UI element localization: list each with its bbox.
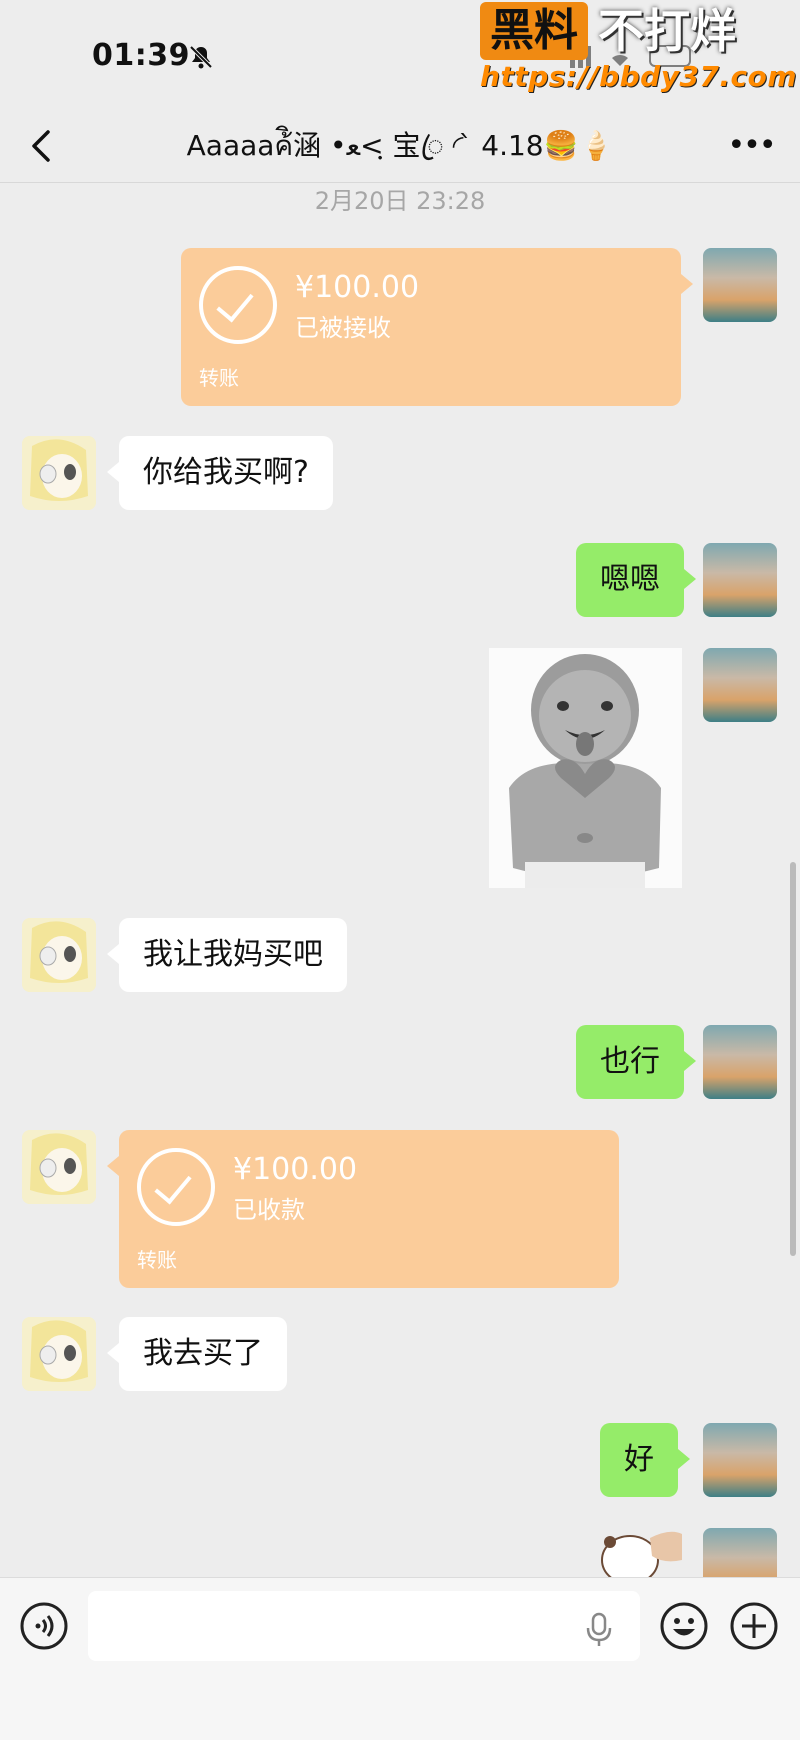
watermark-text: 不打烊 bbox=[598, 4, 736, 58]
watermark-badge: 黑料 bbox=[480, 2, 588, 60]
message-input[interactable] bbox=[88, 1591, 640, 1661]
bell-slash-icon bbox=[189, 45, 213, 69]
contact-avatar[interactable] bbox=[22, 436, 96, 510]
transfer-label: 转账 bbox=[137, 1248, 177, 1272]
anime-girl-avatar-icon bbox=[22, 918, 96, 992]
watermark: 黑料 不打烊 https://bbdy37.com bbox=[480, 2, 797, 94]
status-time: 01:39 bbox=[92, 38, 190, 73]
my-avatar[interactable] bbox=[703, 1423, 777, 1497]
my-avatar[interactable] bbox=[703, 1025, 777, 1099]
message-bubble-outgoing[interactable]: 也行 bbox=[576, 1025, 696, 1099]
contact-avatar[interactable] bbox=[22, 1317, 96, 1391]
baby-heart-sticker-icon bbox=[489, 648, 682, 888]
baby-sticker[interactable] bbox=[489, 648, 682, 888]
chat-title: Aaaaaค้ิ涵 •ﻌ<ฺ 宝ꦿ ◜ ̀ 4.18🍔🍦 bbox=[186, 129, 614, 162]
cartoon-sticker[interactable] bbox=[600, 1520, 682, 1577]
emoji-icon[interactable] bbox=[660, 1602, 708, 1650]
check-circle-icon bbox=[199, 266, 277, 344]
my-avatar[interactable] bbox=[703, 543, 777, 617]
scrollbar[interactable] bbox=[790, 862, 796, 1256]
input-bar bbox=[0, 1577, 800, 1740]
message-bubble-incoming[interactable]: 我让我妈买吧 bbox=[107, 918, 347, 992]
anime-girl-avatar-icon bbox=[22, 436, 96, 510]
my-avatar[interactable] bbox=[703, 648, 777, 722]
transfer-label: 转账 bbox=[199, 366, 239, 390]
transfer-amount: ¥100.00 bbox=[295, 270, 420, 305]
watermark-url: https://bbdy37.com bbox=[480, 60, 798, 93]
my-avatar[interactable] bbox=[703, 248, 777, 322]
transfer-amount: ¥100.00 bbox=[233, 1152, 358, 1187]
anime-girl-avatar-icon bbox=[22, 1130, 96, 1204]
microphone-icon[interactable] bbox=[584, 1612, 614, 1648]
contact-avatar[interactable] bbox=[22, 918, 96, 992]
status-bar: 01:39 黑料 不打烊 https://bbdy37.com bbox=[0, 0, 800, 110]
message-bubble-incoming[interactable]: 你给我买啊? bbox=[107, 436, 333, 510]
check-circle-icon bbox=[137, 1148, 215, 1226]
cartoon-bear-sticker-icon bbox=[601, 1531, 682, 1577]
chat-header: Aaaaaค้ิ涵 •ﻌ<ฺ 宝ꦿ ◜ ̀ 4.18🍔🍦 ••• bbox=[0, 110, 800, 183]
contact-avatar[interactable] bbox=[22, 1130, 96, 1204]
plus-icon[interactable] bbox=[730, 1602, 778, 1650]
anime-girl-avatar-icon bbox=[22, 1317, 96, 1391]
transfer-message[interactable]: ¥100.00 已收款 转账 bbox=[107, 1130, 619, 1288]
message-bubble-outgoing[interactable]: 嗯嗯 bbox=[576, 543, 696, 617]
message-timestamp: 2月20日 23:28 bbox=[314, 187, 486, 215]
message-bubble-outgoing[interactable]: 好 bbox=[600, 1423, 690, 1497]
more-icon[interactable]: ••• bbox=[726, 124, 776, 168]
transfer-message[interactable]: ¥100.00 已被接收 转账 bbox=[181, 248, 693, 406]
transfer-status: 已被接收 bbox=[295, 314, 391, 342]
voice-icon[interactable] bbox=[20, 1602, 68, 1650]
transfer-status: 已收款 bbox=[233, 1196, 305, 1224]
message-bubble-incoming[interactable]: 我去买了 bbox=[107, 1317, 287, 1391]
